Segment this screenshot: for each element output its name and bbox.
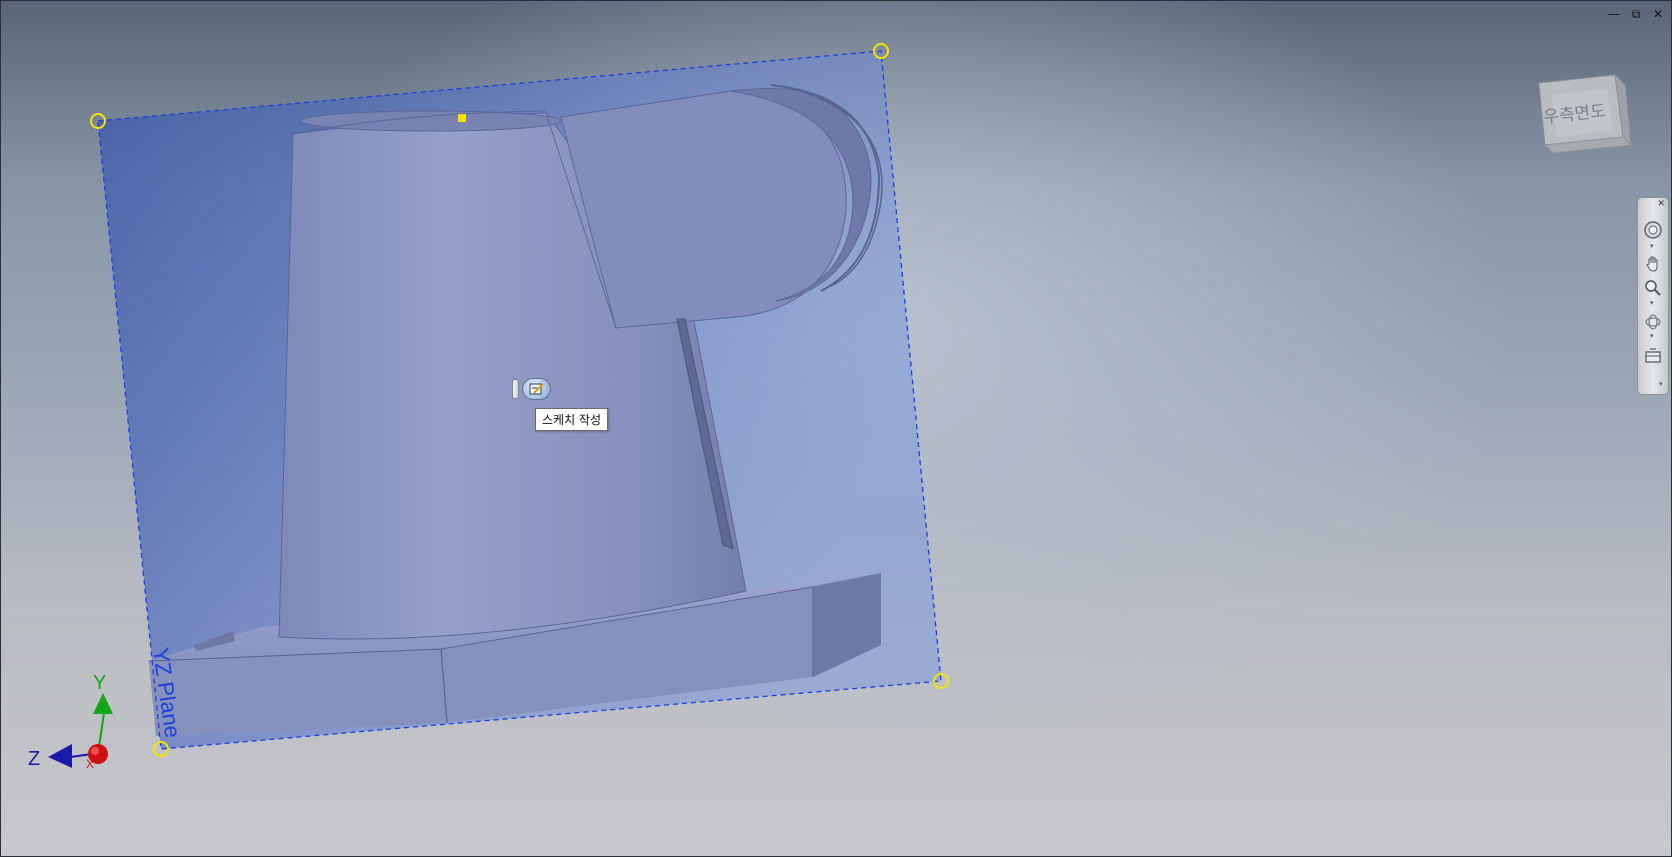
navbar-customize-icon[interactable]: ▾	[1659, 380, 1663, 388]
triad-x-label: X	[86, 757, 94, 771]
model-scene[interactable]: YZ Plane Y Z X	[1, 1, 1672, 857]
close-button[interactable]: ✕	[1651, 7, 1665, 21]
triad-y-label: Y	[93, 672, 106, 694]
viewcube[interactable]: 우측면도	[1533, 71, 1633, 171]
mini-toolbar-grip[interactable]	[512, 379, 519, 399]
triad-z-label: Z	[28, 748, 40, 770]
zoom-icon	[1645, 280, 1661, 296]
steering-wheel-icon	[1644, 221, 1662, 239]
zoom-button[interactable]	[1643, 278, 1663, 298]
look-at-button[interactable]	[1643, 346, 1663, 366]
orbit-icon	[1645, 314, 1661, 330]
restore-button[interactable]: ⧉	[1629, 7, 1643, 21]
look-at-icon	[1645, 348, 1661, 363]
navigation-bar: ✕ ▾ ▾ ▾ ▾	[1637, 197, 1669, 395]
window-controls: — ⧉ ✕	[1607, 7, 1665, 21]
coordinate-triad: Y Z X	[28, 672, 113, 771]
navbar-close-icon[interactable]: ✕	[1657, 199, 1665, 209]
y-axis-arrow-icon	[93, 693, 113, 714]
minimize-icon: —	[1608, 7, 1620, 21]
plane-origin-marker	[458, 114, 466, 122]
pan-button[interactable]	[1643, 254, 1663, 274]
zoom-dropdown-icon[interactable]: ▾	[1650, 299, 1654, 307]
minimize-button[interactable]: —	[1607, 7, 1621, 21]
mini-toolbar	[512, 378, 551, 400]
create-sketch-icon	[529, 383, 544, 395]
steering-wheel-button[interactable]	[1643, 220, 1663, 240]
steering-wheel-dropdown-icon[interactable]: ▾	[1650, 242, 1654, 250]
restore-icon: ⧉	[1631, 7, 1641, 21]
z-axis-arrow-icon	[48, 744, 72, 768]
create-sketch-tooltip: 스케치 작성	[535, 408, 609, 431]
close-icon: ✕	[1652, 7, 1664, 21]
pan-icon	[1646, 256, 1658, 272]
orbit-dropdown-icon[interactable]: ▾	[1650, 332, 1654, 340]
create-sketch-button[interactable]	[522, 378, 551, 400]
orbit-button[interactable]	[1643, 312, 1663, 332]
graphics-viewport[interactable]: YZ Plane Y Z X 스케치 작성 — ⧉ ✕ 우측면도 ✕ ▾ ▾ ▾…	[0, 0, 1672, 857]
